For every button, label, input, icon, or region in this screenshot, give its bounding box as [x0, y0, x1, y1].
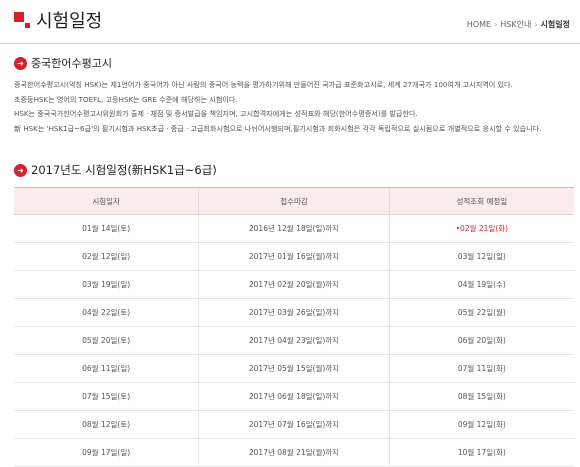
intro-line: 중국한어수평고시(약칭 HSK)는 제1언어가 중국어가 아닌 사람의 중국어 …	[14, 80, 513, 89]
exam-date-cell: 04월 22일(토)	[14, 298, 199, 327]
registration-deadline-cell: 2017년 03월 26일(일)까지	[198, 298, 390, 327]
registration-deadline-cell: 2017년 01월 16일(월)까지	[198, 242, 390, 271]
table-row: 01월 14일(토) 2016년 12월 18일(일)까지 •02월 21일(화)	[14, 214, 574, 243]
result-date-cell: 03월 12일(일)	[388, 242, 574, 271]
registration-deadline-cell: 2017년 04월 23일(일)까지	[198, 326, 390, 355]
arrow-circle-icon: ➜	[14, 56, 27, 70]
intro-line: HSK는 중국국가한어수평고시위원회가 출제ㆍ채점 및 증서발급을 책임지며, …	[14, 109, 418, 118]
exam-date-cell: 01월 14일(토)	[14, 214, 199, 243]
intro-line: 新 HSK는 'HSK1급~6급'의 필기시험과 HSK초급ㆍ중급ㆍ고급회화시험…	[14, 123, 542, 133]
breadcrumb-separator: ›	[534, 20, 538, 29]
page: 시험일정 HOME › HSK안내 › 시험일정 ➜ 중국한어수평고시 중국한어수평고시…	[0, 0, 580, 467]
page-header: 시험일정 HOME › HSK안내 › 시험일정	[0, 0, 580, 44]
table-row: 03월 19일(일) 2017년 02월 20일(월)까지 04월 19일(수)	[14, 270, 574, 299]
breadcrumb-home[interactable]: HOME	[467, 20, 491, 29]
breadcrumb: HOME › HSK안내 › 시험일정	[467, 19, 570, 30]
registration-deadline-cell: 2017년 06월 18일(일)까지	[198, 382, 390, 411]
result-date-cell: •02월 21일(화)	[388, 214, 574, 243]
arrow-circle-icon: ➜	[14, 163, 27, 177]
red-squares-icon	[14, 12, 30, 28]
schedule-heading: 2017년도 시험일정(新HSK1급~6급)	[31, 163, 217, 177]
column-header-exam-date: 시험일자	[14, 187, 199, 215]
registration-deadline-cell: 2017년 05월 15일(월)까지	[198, 354, 390, 383]
breadcrumb-current: 시험일정	[540, 20, 570, 29]
schedule-section-heading: ➜ 2017년도 시험일정(新HSK1급~6급)	[14, 162, 217, 178]
exam-date-cell: 02월 12일(일)	[14, 242, 199, 271]
result-date-cell: 06월 20일(화)	[388, 326, 574, 355]
table-row: 05월 20일(토) 2017년 04월 23일(일)까지 06월 20일(화)	[14, 326, 574, 355]
result-date-cell: 05월 22일(월)	[388, 298, 574, 327]
exam-date-cell: 03월 19일(일)	[14, 270, 199, 299]
exam-date-cell: 09월 17일(일)	[14, 438, 199, 467]
table-row: 07월 15일(토) 2017년 06월 18일(일)까지 08월 15일(화)	[14, 382, 574, 411]
exam-date-cell: 08월 12일(토)	[14, 410, 199, 439]
registration-deadline-cell: 2017년 08월 21일(월)까지	[198, 438, 390, 467]
breadcrumb-hsk-info[interactable]: HSK안내	[500, 20, 531, 29]
registration-deadline-cell: 2017년 07월 16일(일)까지	[198, 410, 390, 439]
column-header-registration-deadline: 접수마감	[198, 187, 390, 215]
table-row: 08월 12일(토) 2017년 07월 16일(일)까지 09월 12일(화)	[14, 410, 574, 439]
result-date-cell: 07월 11일(화)	[388, 354, 574, 383]
table-row: 09월 17일(일) 2017년 08월 21일(월)까지 10월 17일(화)	[14, 438, 574, 467]
column-header-result-date: 성적조회 예정일	[388, 187, 574, 215]
table-header-row: 시험일자 접수마감 성적조회 예정일	[14, 187, 574, 215]
exam-date-cell: 07월 15일(토)	[14, 382, 199, 411]
result-date-cell: 04월 19일(수)	[388, 270, 574, 299]
breadcrumb-separator: ›	[494, 20, 498, 29]
result-date-cell: 09월 12일(화)	[388, 410, 574, 439]
result-date-text: 02월 21일(화)	[460, 224, 509, 233]
table-row: 04월 22일(토) 2017년 03월 26일(일)까지 05월 22일(월)	[14, 298, 574, 327]
intro-heading: 중국한어수평고시	[31, 57, 112, 70]
intro-description: 중국한어수평고시(약칭 HSK)는 제1언어가 중국어가 아닌 사람의 중국어 …	[14, 78, 574, 136]
page-title: 시험일정	[36, 11, 103, 32]
intro-line: 초중등HSK는 영어의 TOEFL, 고등HSK는 GRE 수준에 해당하는 시…	[14, 94, 238, 104]
exam-date-cell: 06월 11일(일)	[14, 354, 199, 383]
table-row: 02월 12일(일) 2017년 01월 16일(월)까지 03월 12일(일)	[14, 242, 574, 271]
registration-deadline-cell: 2016년 12월 18일(일)까지	[198, 214, 390, 243]
result-date-cell: 10월 17일(화)	[388, 438, 574, 467]
schedule-table: 시험일자 접수마감 성적조회 예정일 01월 14일(토) 2016년 12월 1…	[14, 187, 574, 467]
intro-section-heading: ➜ 중국한어수평고시	[14, 55, 112, 71]
registration-deadline-cell: 2017년 02월 20일(월)까지	[198, 270, 390, 299]
exam-date-cell: 05월 20일(토)	[14, 326, 199, 355]
result-date-cell: 08월 15일(화)	[388, 382, 574, 411]
table-row: 06월 11일(일) 2017년 05월 15일(월)까지 07월 11일(화)	[14, 354, 574, 383]
